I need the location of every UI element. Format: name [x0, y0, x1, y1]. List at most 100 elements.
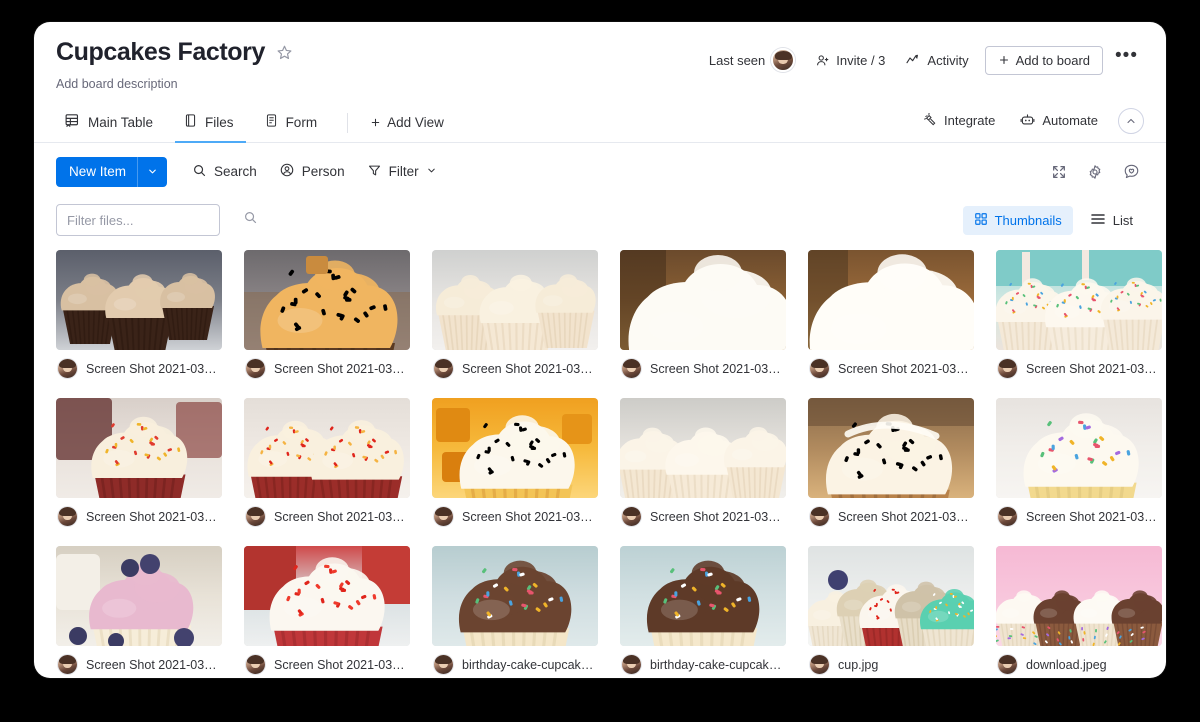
- gear-icon[interactable]: [1082, 159, 1108, 185]
- file-card[interactable]: Screen Shot 2021-03-16 a...: [808, 398, 974, 536]
- avatar[interactable]: [622, 507, 641, 526]
- chevron-down-icon[interactable]: [138, 166, 167, 177]
- avatar[interactable]: [434, 507, 453, 526]
- file-thumbnail[interactable]: [432, 398, 598, 498]
- avatar[interactable]: [998, 359, 1017, 378]
- avatar[interactable]: [810, 359, 829, 378]
- file-name: Screen Shot 2021-03-16 a...: [462, 509, 596, 524]
- file-thumbnail[interactable]: [432, 546, 598, 646]
- file-thumbnail[interactable]: [808, 398, 974, 498]
- files-filter-bar: Thumbnails List: [34, 198, 1166, 236]
- file-thumbnail[interactable]: [996, 398, 1162, 498]
- add-to-board-button[interactable]: Add to board: [984, 45, 1104, 75]
- view-thumbnails-button[interactable]: Thumbnails: [962, 205, 1073, 235]
- automate-button[interactable]: Automate: [1009, 107, 1108, 134]
- avatar[interactable]: [58, 359, 77, 378]
- new-item-button[interactable]: New Item: [56, 156, 168, 187]
- file-thumbnail[interactable]: [996, 546, 1162, 646]
- tab-divider: [347, 112, 349, 133]
- file-card[interactable]: Screen Shot 2021-03-16 a...: [620, 398, 786, 536]
- avatar[interactable]: [998, 655, 1017, 674]
- view-thumbnails-label: Thumbnails: [994, 212, 1062, 228]
- file-thumbnail[interactable]: [620, 250, 786, 350]
- file-thumbnail[interactable]: [244, 250, 410, 350]
- add-view-button[interactable]: Add View: [362, 109, 452, 136]
- avatar[interactable]: [246, 359, 265, 378]
- file-card[interactable]: Screen Shot 2021-03-16 a...: [56, 250, 222, 388]
- filter-files-input[interactable]: [67, 212, 243, 228]
- add-to-board-label: Add to board: [1015, 52, 1091, 68]
- file-thumbnail[interactable]: [56, 398, 222, 498]
- add-view-label: Add View: [387, 115, 444, 130]
- file-card[interactable]: Screen Shot 2021-03-16 a...: [620, 250, 786, 388]
- avatar[interactable]: [246, 507, 265, 526]
- chevron-down-icon[interactable]: [426, 164, 437, 179]
- file-card[interactable]: Screen Shot 2021-03-16 a...: [996, 398, 1162, 536]
- file-card[interactable]: Screen Shot 2021-03-16 a...: [996, 250, 1162, 388]
- view-list-button[interactable]: List: [1079, 206, 1144, 235]
- header-actions: Last seen Invite / 3 Activity Add to boa…: [699, 42, 1144, 78]
- comment-heart-icon[interactable]: [1118, 159, 1144, 185]
- file-card[interactable]: cup.jpg: [808, 546, 974, 678]
- avatar[interactable]: [810, 507, 829, 526]
- file-card[interactable]: download.jpeg: [996, 546, 1162, 678]
- board-description[interactable]: Add board description: [56, 77, 1144, 91]
- file-card[interactable]: Screen Shot 2021-03-16 a...: [244, 546, 410, 678]
- file-card[interactable]: Screen Shot 2021-03-16 a...: [56, 398, 222, 536]
- avatar[interactable]: [810, 655, 829, 674]
- filter-button[interactable]: Filter: [358, 157, 446, 187]
- file-card-meta: Screen Shot 2021-03-16 a...: [432, 350, 598, 388]
- more-options-button[interactable]: •••: [1103, 46, 1144, 69]
- file-thumbnail[interactable]: [56, 546, 222, 646]
- avatar[interactable]: [622, 655, 641, 674]
- tab-files[interactable]: Files: [175, 104, 246, 143]
- integrate-button[interactable]: Integrate: [913, 107, 1005, 134]
- file-name: Screen Shot 2021-03-16 a...: [650, 361, 784, 376]
- avatar[interactable]: [622, 359, 641, 378]
- tab-form-label: Form: [285, 114, 318, 130]
- file-thumbnail[interactable]: [808, 546, 974, 646]
- file-card[interactable]: Screen Shot 2021-03-16 a...: [56, 546, 222, 678]
- person-button[interactable]: Person: [270, 156, 354, 187]
- activity-button[interactable]: Activity: [895, 46, 978, 74]
- file-card[interactable]: Screen Shot 2021-03-16 a...: [432, 250, 598, 388]
- activity-label: Activity: [927, 52, 969, 68]
- file-card[interactable]: Screen Shot 2021-03-16 a...: [244, 250, 410, 388]
- file-card[interactable]: birthday-cake-cupcakes-w...: [620, 546, 786, 678]
- star-outline-icon[interactable]: [276, 44, 293, 61]
- file-thumbnail[interactable]: [996, 250, 1162, 350]
- expand-icon[interactable]: [1046, 159, 1072, 185]
- tab-main-table[interactable]: Main Table: [56, 104, 165, 143]
- file-card[interactable]: birthday-cake-cupcakes-w...: [432, 546, 598, 678]
- file-name: download.jpeg: [1026, 657, 1107, 672]
- chevron-up-icon[interactable]: [1118, 107, 1144, 134]
- last-seen[interactable]: Last seen: [699, 42, 805, 78]
- file-thumbnail[interactable]: [620, 546, 786, 646]
- file-thumbnail[interactable]: [808, 250, 974, 350]
- avatar[interactable]: [998, 507, 1017, 526]
- avatar[interactable]: [434, 655, 453, 674]
- avatar[interactable]: [771, 48, 796, 72]
- file-card[interactable]: Screen Shot 2021-03-16 a...: [432, 398, 598, 536]
- file-card-meta: Screen Shot 2021-03-16 a...: [620, 350, 786, 388]
- file-thumbnail[interactable]: [244, 546, 410, 646]
- invite-button[interactable]: Invite / 3: [805, 47, 895, 74]
- file-thumbnail[interactable]: [56, 250, 222, 350]
- tab-form[interactable]: Form: [256, 104, 330, 143]
- filter-files-input-wrap[interactable]: [56, 204, 257, 236]
- search-icon[interactable]: [243, 210, 258, 230]
- new-item-label: New Item: [69, 164, 127, 179]
- avatar[interactable]: [434, 359, 453, 378]
- avatar[interactable]: [58, 507, 77, 526]
- search-button[interactable]: Search: [183, 157, 266, 187]
- file-card[interactable]: Screen Shot 2021-03-16 a...: [808, 250, 974, 388]
- file-thumbnail[interactable]: [620, 398, 786, 498]
- file-card-meta: Screen Shot 2021-03-16 a...: [996, 350, 1162, 388]
- file-card[interactable]: Screen Shot 2021-03-16 a...: [244, 398, 410, 536]
- file-thumbnail[interactable]: [244, 398, 410, 498]
- avatar[interactable]: [58, 655, 77, 674]
- file-thumbnail[interactable]: [432, 250, 598, 350]
- avatar[interactable]: [246, 655, 265, 674]
- view-mode-toggle: Thumbnails List: [962, 205, 1144, 235]
- files-grid-container[interactable]: Screen Shot 2021-03-16 a... Screen Shot 2…: [34, 236, 1166, 678]
